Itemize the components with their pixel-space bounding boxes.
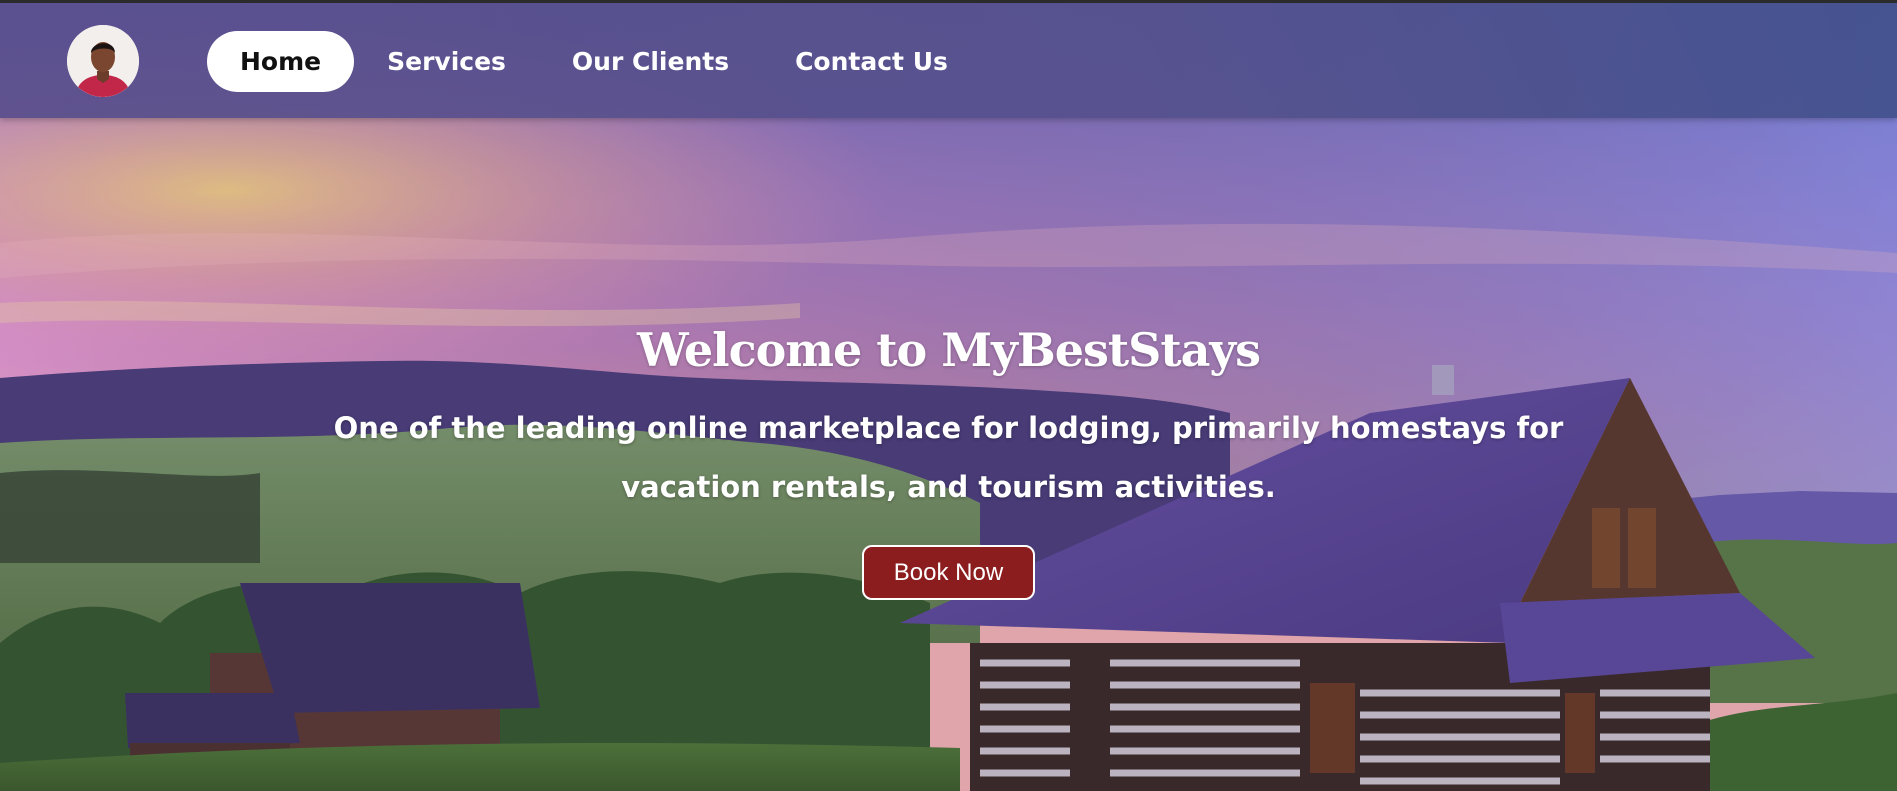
hero-subtitle: One of the leading online marketplace fo… bbox=[333, 411, 1564, 504]
profile-avatar[interactable] bbox=[67, 25, 139, 97]
landing-page: Home Services Our Clients Contact Us Wel… bbox=[0, 0, 1897, 791]
nav-our-clients[interactable]: Our Clients bbox=[539, 31, 762, 92]
person-portrait-icon bbox=[67, 25, 139, 97]
top-navbar: Home Services Our Clients Contact Us bbox=[0, 3, 1897, 118]
nav-services[interactable]: Services bbox=[354, 31, 539, 92]
book-now-button[interactable]: Book Now bbox=[861, 545, 1036, 600]
hero-title: Welcome to MyBestStays bbox=[636, 323, 1261, 377]
main-nav-menu: Home Services Our Clients Contact Us bbox=[207, 31, 981, 92]
hero-section: Welcome to MyBestStays One of the leadin… bbox=[0, 323, 1897, 600]
nav-contact-us[interactable]: Contact Us bbox=[762, 31, 981, 92]
nav-home[interactable]: Home bbox=[207, 31, 355, 92]
